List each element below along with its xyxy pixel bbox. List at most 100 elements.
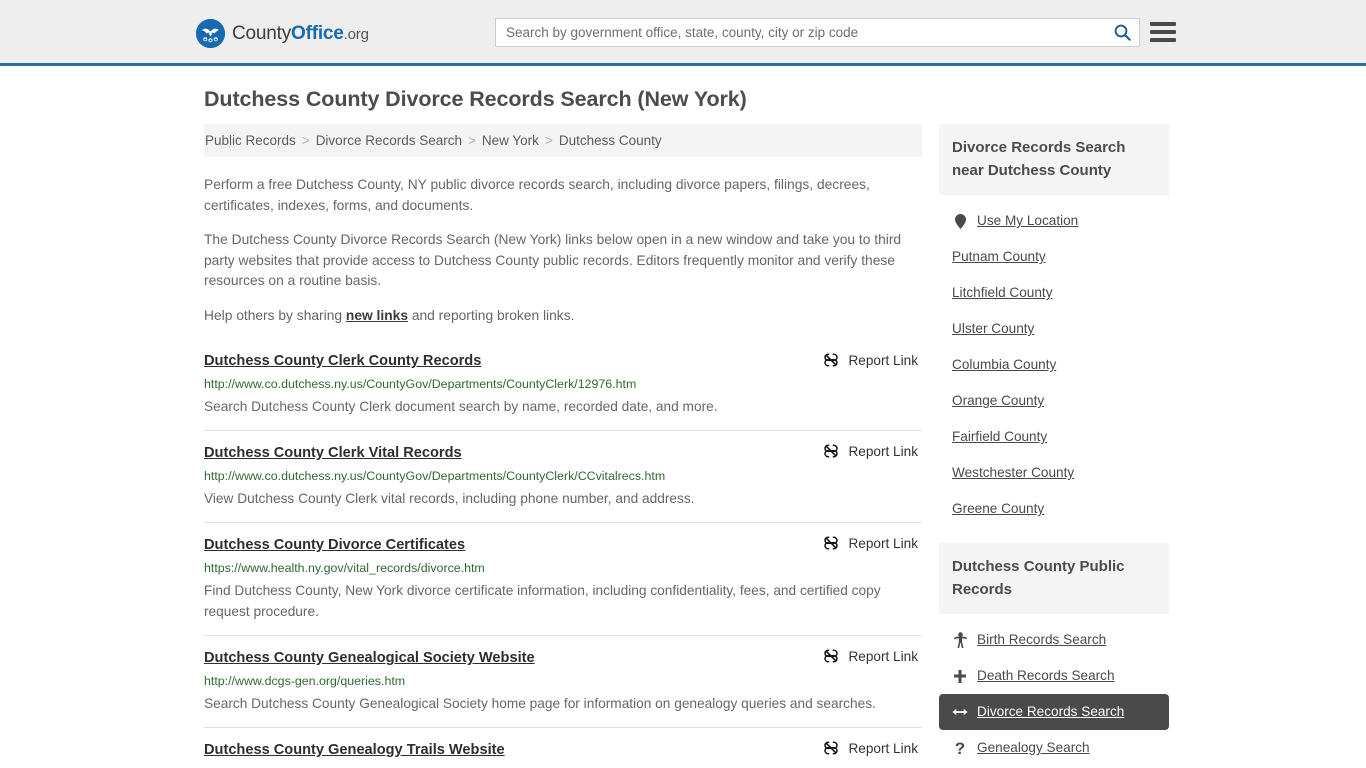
- sidebar-item-label: Putnam County: [952, 249, 1046, 264]
- result-item: Dutchess County Clerk Vital Records http…: [204, 431, 922, 523]
- breadcrumb-separator: >: [468, 133, 476, 148]
- public-records-panel: Dutchess County Public Records Birth Rec…: [939, 543, 1169, 768]
- sidebar-item-label: Westchester County: [952, 465, 1075, 480]
- hamburger-bar: [1150, 30, 1176, 34]
- sidebar-item-death-records-search[interactable]: Death Records Search: [939, 658, 1169, 694]
- sidebar-item-use-my-location[interactable]: Use My Location: [939, 203, 1169, 239]
- result-description: Find Dutchess County, New York divorce c…: [204, 583, 881, 619]
- question-mark-icon: ?: [954, 738, 966, 758]
- breadcrumb-item-dutchess-county: Dutchess County: [558, 133, 662, 148]
- result-item: Dutchess County Genealogical Society Web…: [204, 636, 922, 728]
- intro-section: Perform a free Dutchess County, NY publi…: [204, 157, 922, 326]
- logo-text-part1: County: [232, 22, 292, 44]
- intro-paragraph-2: The Dutchess County Divorce Records Sear…: [204, 232, 902, 288]
- baby-icon: [952, 632, 968, 648]
- result-url-link[interactable]: http://www.co.dutchess.ny.us/CountyGov/D…: [204, 466, 922, 487]
- breadcrumb-separator: >: [544, 133, 553, 148]
- report-link-label: Report Link: [848, 352, 918, 368]
- hamburger-bar: [1150, 38, 1176, 42]
- report-link-label: Report Link: [848, 740, 918, 756]
- broken-link-icon: [823, 740, 839, 756]
- logo-text-part2: Office: [291, 22, 344, 44]
- sidebar-item-ulster-county[interactable]: Ulster County: [939, 311, 1169, 347]
- result-title-link[interactable]: Dutchess County Genealogical Society Web…: [204, 647, 535, 669]
- result-url-link[interactable]: https://www.health.ny.gov/vital_records/…: [204, 558, 922, 579]
- search-bar[interactable]: [495, 18, 1140, 47]
- report-link-label: Report Link: [848, 535, 918, 551]
- sidebar-item-label: Use My Location: [977, 213, 1079, 228]
- search-icon: [1114, 24, 1131, 41]
- breadcrumb-item-public-records[interactable]: Public Records: [205, 133, 296, 148]
- sidebar-item-genealogy-search[interactable]: ? Genealogy Search: [939, 730, 1169, 766]
- hamburger-bar: [1150, 22, 1176, 26]
- intro-help-paragraph: Help others by sharing new links and rep…: [204, 306, 922, 327]
- sidebar-item-label: Birth Records Search: [977, 632, 1107, 647]
- sidebar: Divorce Records Search near Dutchess Cou…: [939, 124, 1169, 768]
- sidebar-item-orange-county[interactable]: Orange County: [939, 383, 1169, 419]
- public-records-list: Birth Records Search Death Records Searc…: [939, 614, 1169, 768]
- report-link-label: Report Link: [848, 443, 918, 459]
- search-input[interactable]: [496, 19, 1105, 46]
- sidebar-item-label: Divorce Records Search: [977, 704, 1125, 719]
- new-links-link[interactable]: new links: [346, 308, 408, 323]
- page-title: Dutchess County Divorce Records Search (…: [204, 87, 747, 111]
- result-description: View Dutchess County Clerk vital records…: [204, 491, 695, 506]
- help-suffix: and reporting broken links.: [408, 307, 575, 323]
- help-prefix: Help others by sharing: [204, 307, 346, 323]
- sidebar-item-fairfield-county[interactable]: Fairfield County: [939, 419, 1169, 455]
- hamburger-menu-icon[interactable]: [1150, 20, 1176, 44]
- sidebar-item-divorce-records-search[interactable]: Divorce Records Search: [939, 694, 1169, 730]
- broken-link-icon: [823, 352, 839, 368]
- intro-paragraph-1: Perform a free Dutchess County, NY publi…: [204, 177, 870, 213]
- result-item: Dutchess County Clerk County Records htt…: [204, 340, 922, 431]
- nearby-county-list: Use My Location Putnam County Litchfield…: [939, 195, 1169, 527]
- result-title-link[interactable]: Dutchess County Divorce Certificates: [204, 534, 465, 556]
- result-url-link[interactable]: http://www.co.dutchess.ny.us/CountyGov/D…: [204, 374, 922, 395]
- breadcrumb-item-new-york[interactable]: New York: [482, 133, 539, 148]
- sidebar-item-label: Columbia County: [952, 357, 1057, 372]
- public-records-panel-heading: Dutchess County Public Records: [939, 543, 1169, 614]
- map-pin-icon: [952, 213, 968, 229]
- sidebar-item-columbia-county[interactable]: Columbia County: [939, 347, 1169, 383]
- results-list: Dutchess County Clerk County Records htt…: [204, 340, 922, 768]
- sidebar-item-label: Genealogy Search: [977, 740, 1090, 755]
- broken-link-icon: [823, 648, 839, 664]
- result-title-link[interactable]: Dutchess County Genealogy Trails Website: [204, 739, 505, 761]
- result-title-link[interactable]: Dutchess County Clerk Vital Records: [204, 442, 462, 464]
- sidebar-item-birth-records-search[interactable]: Birth Records Search: [939, 622, 1169, 658]
- result-item: Dutchess County Genealogy Trails Website…: [204, 728, 922, 768]
- breadcrumb: Public Records > Divorce Records Search …: [204, 124, 922, 157]
- report-link-button[interactable]: Report Link: [823, 648, 918, 664]
- cross-icon: [952, 669, 968, 684]
- logo-text-part3: .org: [343, 25, 369, 43]
- sidebar-item-label: Ulster County: [952, 321, 1035, 336]
- result-item: Dutchess County Divorce Certificates htt…: [204, 523, 922, 636]
- sidebar-item-westchester-county[interactable]: Westchester County: [939, 455, 1169, 491]
- sidebar-item-putnam-county[interactable]: Putnam County: [939, 239, 1169, 275]
- sidebar-item-label: Death Records Search: [977, 668, 1115, 683]
- broken-link-icon: [823, 535, 839, 551]
- sidebar-item-label: Fairfield County: [952, 429, 1048, 444]
- result-title-link[interactable]: Dutchess County Clerk County Records: [204, 350, 481, 372]
- result-description: Search Dutchess County Clerk document se…: [204, 399, 718, 414]
- breadcrumb-item-divorce-records-search[interactable]: Divorce Records Search: [316, 133, 462, 148]
- result-url-link[interactable]: http://www.dcgs-gen.org/queries.htm: [204, 671, 922, 692]
- site-header: CountyOffice.org: [0, 0, 1366, 66]
- report-link-button[interactable]: Report Link: [823, 443, 918, 459]
- sidebar-item-label: Orange County: [952, 393, 1045, 408]
- nearby-divorce-records-panel: Divorce Records Search near Dutchess Cou…: [939, 124, 1169, 527]
- sidebar-item-litchfield-county[interactable]: Litchfield County: [939, 275, 1169, 311]
- report-link-button[interactable]: Report Link: [823, 535, 918, 551]
- site-logo[interactable]: CountyOffice.org: [196, 19, 369, 48]
- site-logo-text: CountyOffice.org: [232, 23, 369, 45]
- report-link-button[interactable]: Report Link: [823, 352, 918, 368]
- broken-link-icon: [823, 443, 839, 459]
- search-button[interactable]: [1105, 19, 1139, 46]
- sidebar-item-label: Greene County: [952, 501, 1045, 516]
- breadcrumb-separator: >: [301, 133, 310, 148]
- nearby-panel-heading: Divorce Records Search near Dutchess Cou…: [939, 124, 1169, 195]
- report-link-button[interactable]: Report Link: [823, 740, 918, 756]
- sidebar-item-greene-county[interactable]: Greene County: [939, 491, 1169, 527]
- report-link-label: Report Link: [848, 648, 918, 664]
- result-description: Search Dutchess County Genealogical Soci…: [204, 696, 876, 711]
